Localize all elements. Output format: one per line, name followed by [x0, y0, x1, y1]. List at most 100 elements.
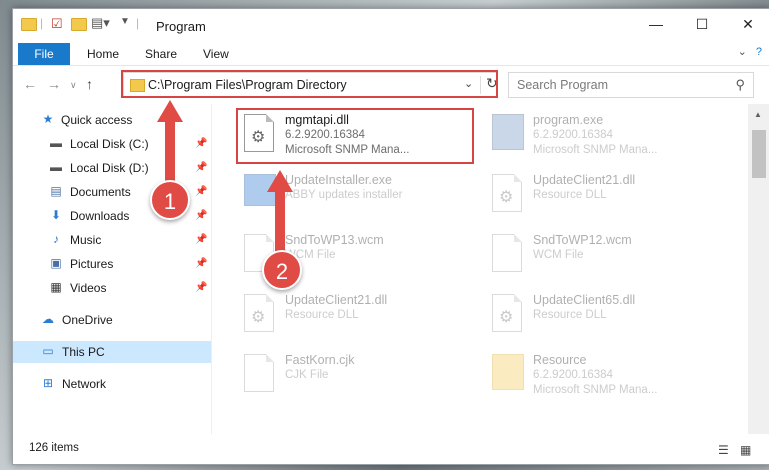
- up-icon[interactable]: ↑: [86, 76, 93, 92]
- generic-file-icon: [244, 354, 278, 394]
- separator: |: [136, 16, 140, 30]
- file-name: UpdateClient21.dll: [285, 293, 388, 307]
- nav-item-label: Local Disk (D:): [70, 161, 149, 175]
- item-count: 126 items: [29, 442, 79, 454]
- properties-icon[interactable]: ☑: [51, 16, 63, 32]
- callout-badge-1: 1: [150, 180, 190, 220]
- download-icon: ⬇: [50, 208, 62, 222]
- file-item-sndtowp12[interactable]: SndToWP12.wcm WCM File: [484, 228, 720, 286]
- folder-icon: [21, 18, 37, 31]
- file-description: Resource DLL: [285, 309, 359, 321]
- music-icon: ♪: [53, 232, 59, 246]
- vertical-scrollbar[interactable]: ▲: [748, 104, 769, 434]
- back-icon[interactable]: ←: [23, 76, 37, 92]
- forward-icon[interactable]: →: [47, 76, 61, 92]
- file-item-updateclient21-b[interactable]: ⚙ UpdateClient21.dll Resource DLL: [236, 288, 472, 346]
- pin-icon: 📌: [195, 186, 208, 197]
- nav-item-label: Pictures: [70, 257, 114, 271]
- nav-item-label: Network: [62, 377, 107, 391]
- nav-item-this-pc[interactable]: ▭ This PC: [13, 341, 211, 363]
- file-name: UpdateClient21.dll: [533, 173, 636, 187]
- nav-item-label: Music: [70, 233, 102, 247]
- file-name: UpdateInstaller.exe: [285, 173, 393, 187]
- recent-locations-icon[interactable]: ∨: [70, 80, 77, 91]
- nav-item-label: Quick access: [61, 113, 133, 127]
- callout-arrowhead-1: [157, 100, 183, 122]
- pin-icon: 📌: [195, 138, 208, 149]
- file-highlight-box: [236, 108, 474, 164]
- file-description: WCM File: [533, 249, 584, 261]
- tab-view[interactable]: View: [203, 43, 229, 65]
- file-item-fastkorn[interactable]: FastKorn.cjk CJK File: [236, 348, 472, 406]
- dll-file-icon: ⚙: [492, 174, 526, 214]
- nav-item-onedrive[interactable]: ☁ OneDrive: [13, 309, 211, 331]
- nav-item-label: Local Disk (C:): [70, 137, 149, 151]
- nav-item-videos[interactable]: ▦ Videos 📌: [13, 277, 211, 299]
- file-version: 6.2.9200.16384: [533, 129, 613, 141]
- nav-item-label: Documents: [70, 185, 131, 199]
- ribbon-tabs: File Home Share View ⌄ ?: [13, 41, 769, 66]
- file-name: program.exe: [533, 113, 604, 127]
- exe-file-icon: [492, 114, 526, 154]
- file-description: Resource DLL: [533, 189, 607, 201]
- callout-badge-2: 2: [262, 250, 302, 290]
- file-name: SndToWP12.wcm: [533, 233, 632, 247]
- file-item-updateclient65[interactable]: ⚙ UpdateClient65.dll Resource DLL: [484, 288, 720, 346]
- callout-arrow-1: [165, 120, 175, 182]
- minimize-button[interactable]: —: [633, 9, 679, 39]
- file-name: UpdateClient65.dll: [533, 293, 636, 307]
- scrollbar-thumb[interactable]: [752, 130, 766, 178]
- pin-icon: 📌: [195, 162, 208, 173]
- nav-item-label: This PC: [62, 345, 105, 359]
- folder-icon: [492, 354, 526, 394]
- file-item-resource[interactable]: Resource 6.2.9200.16384 Microsoft SNMP M…: [484, 348, 720, 406]
- nav-item-network[interactable]: ⊞ Network: [13, 373, 211, 395]
- close-button[interactable]: ✕: [725, 9, 769, 39]
- file-description: ABBY updates installer: [285, 189, 403, 201]
- drive-icon: ▬: [50, 160, 62, 174]
- customize-quick-access-icon[interactable]: ▤▾: [91, 15, 110, 31]
- pin-icon: 📌: [195, 258, 208, 269]
- network-icon: ⊞: [42, 376, 54, 390]
- nav-item-local-disk-d[interactable]: ▬ Local Disk (D:) 📌: [13, 157, 211, 179]
- file-version: 6.2.9200.16384: [533, 369, 613, 381]
- separator: |: [40, 16, 44, 30]
- status-bar: 126 items ☰ ▦: [13, 434, 769, 464]
- help-icon[interactable]: ?: [756, 46, 762, 58]
- callout-arrow-2: [275, 190, 285, 252]
- pin-icon: 📌: [195, 282, 208, 293]
- file-description: Resource DLL: [533, 309, 607, 321]
- tab-share[interactable]: Share: [145, 43, 177, 65]
- large-icons-view-icon[interactable]: ▦: [740, 443, 756, 457]
- videos-icon: ▦: [50, 280, 62, 294]
- explorer-window: | ☑ ▤▾ ▼ | Program — ☐ ✕ File Home Share…: [12, 8, 769, 465]
- file-description: Microsoft SNMP Mana...: [533, 144, 658, 156]
- generic-file-icon: [492, 234, 526, 274]
- navigation-pane: ★ Quick access ▬ Local Disk (C:) 📌 ▬ Loc…: [13, 104, 212, 434]
- nav-item-music[interactable]: ♪ Music 📌: [13, 229, 211, 251]
- details-view-icon[interactable]: ☰: [718, 443, 734, 457]
- navigation-bar: ← → ∨ ↑ C:\Program Files\Program Directo…: [13, 66, 769, 104]
- scroll-up-icon[interactable]: ▲: [754, 110, 762, 119]
- tab-home[interactable]: Home: [87, 43, 119, 65]
- file-item-updateclient21[interactable]: ⚙ UpdateClient21.dll Resource DLL: [484, 168, 720, 226]
- maximize-button[interactable]: ☐: [679, 9, 725, 39]
- new-folder-icon[interactable]: [71, 18, 87, 31]
- expand-ribbon-icon[interactable]: ⌄: [738, 46, 747, 58]
- nav-item-local-disk-c[interactable]: ▬ Local Disk (C:) 📌: [13, 133, 211, 155]
- search-input[interactable]: Search Program: [517, 78, 608, 92]
- file-item-program-exe[interactable]: program.exe 6.2.9200.16384 Microsoft SNM…: [484, 108, 720, 166]
- chevron-down-icon[interactable]: ▼: [120, 16, 130, 27]
- nav-item-label: OneDrive: [62, 313, 113, 327]
- drive-icon: ▬: [50, 136, 62, 150]
- tab-file[interactable]: File: [18, 43, 70, 65]
- search-icon[interactable]: ⚲: [735, 77, 745, 93]
- window-title: Program: [156, 19, 206, 34]
- dll-file-icon: ⚙: [492, 294, 526, 334]
- search-box[interactable]: Search Program ⚲: [508, 72, 754, 98]
- nav-item-pictures[interactable]: ▣ Pictures 📌: [13, 253, 211, 275]
- documents-icon: ▤: [50, 184, 62, 198]
- title-bar: | ☑ ▤▾ ▼ | Program — ☐ ✕: [13, 9, 769, 41]
- address-highlight-box: [121, 70, 498, 98]
- nav-item-label: Videos: [70, 281, 107, 295]
